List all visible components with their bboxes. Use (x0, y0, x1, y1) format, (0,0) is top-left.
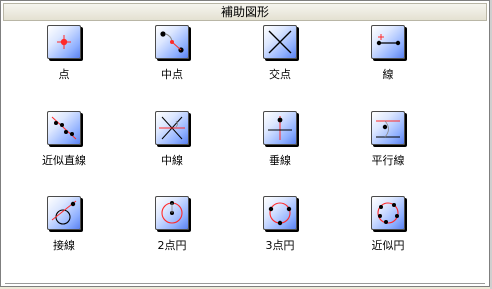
tool-label-line: 線 (382, 68, 394, 81)
three-point-circle-icon (268, 202, 292, 226)
tool-two-point-circle[interactable]: 2点円 (127, 196, 217, 256)
approx-line-button[interactable] (47, 111, 81, 145)
line-button[interactable] (371, 25, 405, 59)
point-icon (57, 35, 71, 49)
midpoint-button[interactable] (155, 25, 189, 59)
intersection-icon (268, 30, 292, 54)
tool-label-intersection: 交点 (269, 68, 291, 81)
mid-line-button[interactable] (155, 111, 189, 145)
tool-approx-circle[interactable]: 近似円 (343, 196, 433, 256)
tool-perpendicular[interactable]: 垂線 (235, 111, 325, 171)
approx-line-icon (51, 116, 77, 140)
approx-circle-icon (377, 202, 399, 224)
intersection-button[interactable] (263, 25, 297, 59)
tool-label-approx-line: 近似直線 (42, 154, 86, 167)
point-button[interactable] (47, 25, 81, 59)
tool-mid-line[interactable]: 中線 (127, 111, 217, 171)
midpoint-icon (160, 31, 184, 53)
line-icon (376, 34, 401, 46)
tool-tangent[interactable]: 接線 (19, 196, 109, 256)
auxiliary-shapes-window: 補助図形 点 中点 交点 線 近似直線 中線 垂線 平行線 接線 2点円 3点円… (0, 0, 490, 287)
tool-label-three-point-circle: 3点円 (265, 239, 295, 252)
tool-label-approx-circle: 近似円 (371, 239, 405, 252)
two-point-circle-icon (161, 201, 183, 224)
tool-parallel[interactable]: 平行線 (343, 111, 433, 171)
tool-grid: 点 中点 交点 線 近似直線 中線 垂線 平行線 接線 2点円 3点円 近似円 (5, 23, 485, 285)
tool-label-tangent: 接線 (53, 239, 75, 252)
tangent-button[interactable] (47, 196, 81, 230)
tangent-icon (51, 200, 77, 225)
tool-line[interactable]: 線 (343, 25, 433, 85)
parallel-button[interactable] (371, 111, 405, 145)
tool-label-mid-line: 中線 (161, 154, 183, 167)
mid-line-icon (159, 116, 185, 140)
tool-label-perpendicular: 垂線 (269, 154, 291, 167)
tool-label-parallel: 平行線 (371, 154, 405, 167)
window-title: 補助図形 (3, 3, 487, 21)
approx-circle-button[interactable] (371, 196, 405, 230)
three-point-circle-button[interactable] (263, 196, 297, 230)
parallel-icon (376, 120, 400, 138)
tool-label-two-point-circle: 2点円 (157, 239, 187, 252)
perpendicular-button[interactable] (263, 111, 297, 145)
tool-approx-line[interactable]: 近似直線 (19, 111, 109, 171)
tool-label-point: 点 (58, 68, 70, 81)
tool-point[interactable]: 点 (19, 25, 109, 85)
tool-midpoint[interactable]: 中点 (127, 25, 217, 85)
tool-intersection[interactable]: 交点 (235, 25, 325, 85)
bottom-divider (5, 283, 485, 284)
tool-three-point-circle[interactable]: 3点円 (235, 196, 325, 256)
tool-label-midpoint: 中点 (161, 68, 183, 81)
two-point-circle-button[interactable] (155, 196, 189, 230)
perpendicular-icon (268, 116, 292, 140)
